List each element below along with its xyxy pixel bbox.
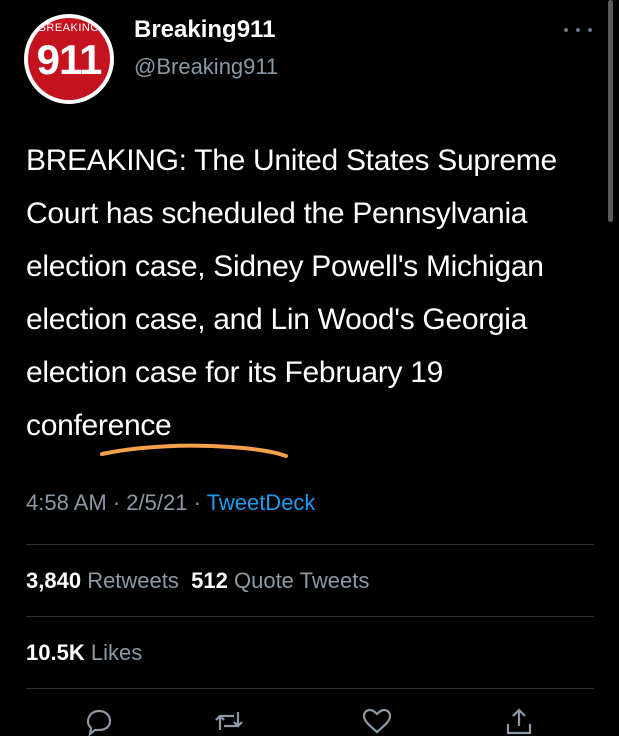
user-handle[interactable]: @Breaking911	[134, 54, 278, 80]
handdrawn-underline	[100, 443, 288, 458]
tweet-date: 2/5/21	[126, 490, 188, 515]
tweet-source-link[interactable]: TweetDeck	[207, 490, 316, 515]
avatar-logo-top-text: BREAKING	[38, 22, 100, 34]
engagement-stats: 3,840 Retweets 512 Quote Tweets	[26, 568, 369, 594]
tweet-meta: 4:58 AM · 2/5/21 · TweetDeck	[26, 490, 315, 516]
likes-stat[interactable]: 10.5K Likes	[26, 640, 142, 666]
tweet-text: BREAKING: The United States Supreme Cour…	[26, 144, 557, 442]
scrollbar[interactable]	[608, 0, 613, 222]
likes-label: Likes	[90, 640, 143, 665]
avatar[interactable]: BREAKING 911	[24, 14, 114, 104]
meta-separator: ·	[106, 490, 127, 515]
more-dot	[576, 28, 580, 32]
divider	[26, 544, 594, 545]
quote-tweets-label: Quote Tweets	[233, 568, 370, 593]
display-name[interactable]: Breaking911	[134, 16, 275, 44]
divider	[26, 616, 594, 617]
more-dot	[564, 28, 568, 32]
quote-tweets-count: 512	[191, 568, 228, 593]
likes-count: 10.5K	[26, 640, 85, 665]
avatar-logo-number: 911	[36, 36, 103, 83]
tweet-time: 4:58 AM	[26, 490, 107, 515]
divider	[26, 688, 594, 689]
retweets-count: 3,840	[26, 568, 82, 593]
retweets-stat[interactable]: 3,840 Retweets	[26, 568, 179, 593]
retweets-label: Retweets	[87, 568, 179, 593]
avatar-logo: BREAKING 911	[28, 18, 110, 100]
more-dot	[588, 28, 592, 32]
action-bar	[0, 706, 619, 736]
quote-tweets-stat[interactable]: 512 Quote Tweets	[191, 568, 369, 593]
more-icon[interactable]	[564, 24, 592, 36]
meta-separator: ·	[187, 490, 207, 515]
